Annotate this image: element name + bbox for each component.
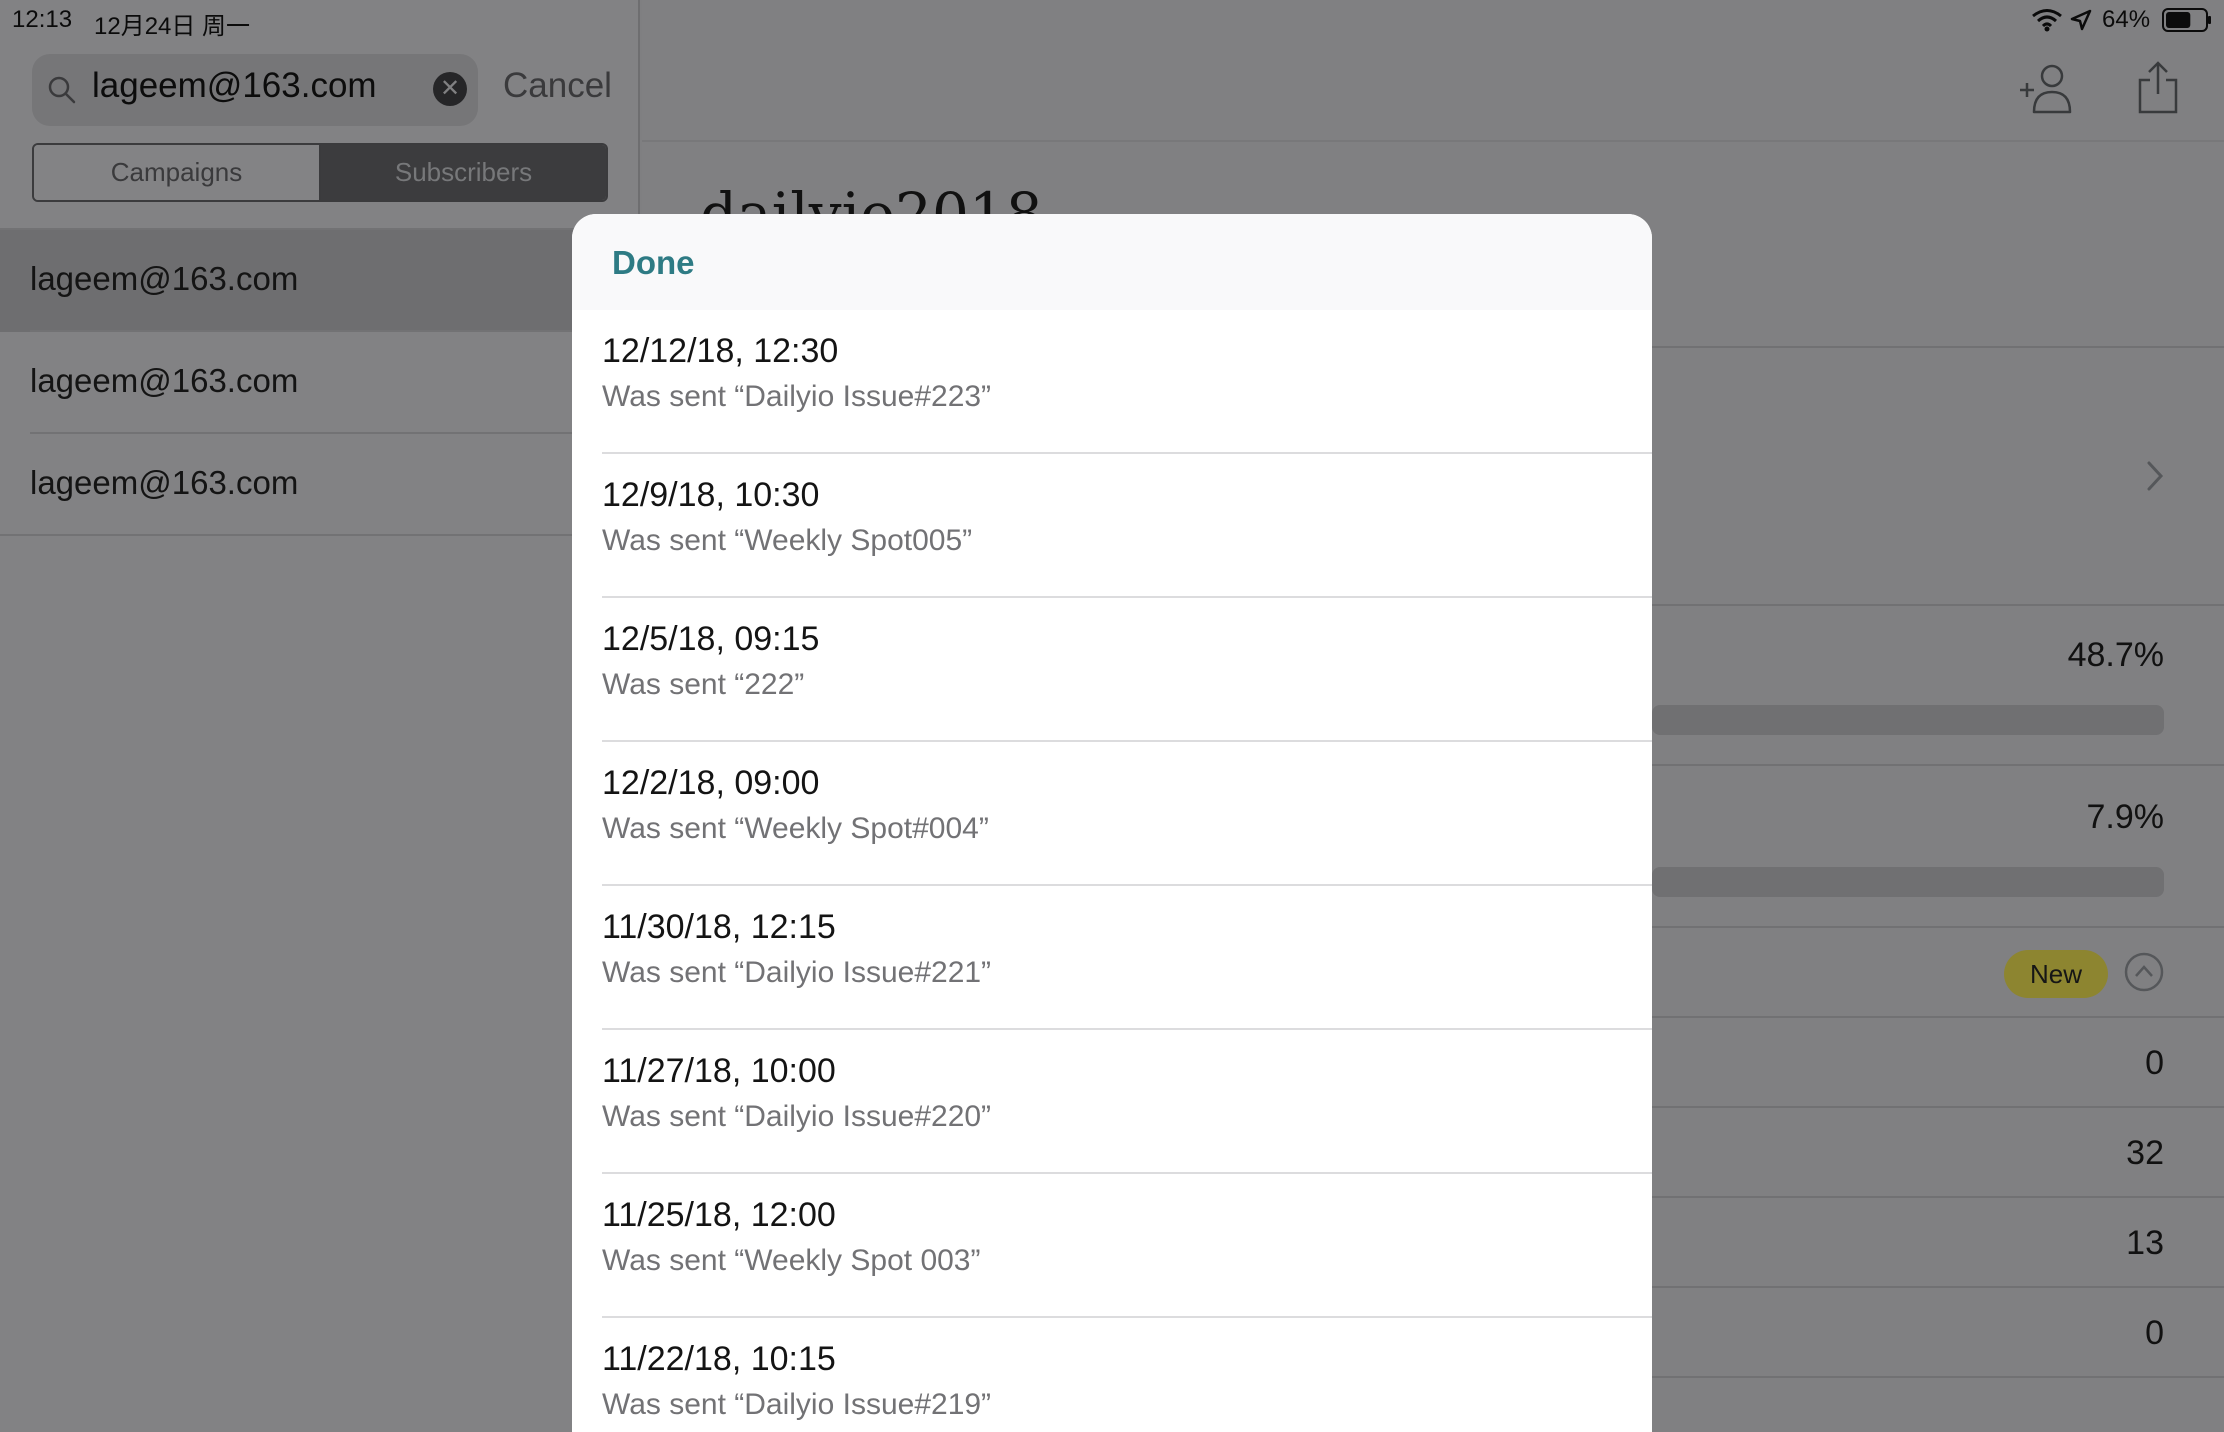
list-item[interactable]: lageem@163.com [0,434,640,536]
divider [1652,1016,2224,1018]
status-time: 12:13 [12,6,73,33]
cancel-button[interactable]: Cancel [503,66,612,106]
message-date: 11/27/18, 10:00 [602,1052,836,1090]
message-subtitle: Was sent “Weekly Spot 003” [602,1244,981,1277]
status-badge: New [2004,950,2108,998]
message-row[interactable]: 12/2/18, 09:00 Was sent “Weekly Spot#004” [572,742,1652,886]
wifi-icon [2032,8,2062,37]
click-rate-value: 7.9% [2086,798,2165,836]
count-value: 0 [2145,1314,2164,1352]
message-date: 11/30/18, 12:15 [602,908,836,946]
list-item-label: lageem@163.com [30,260,299,297]
message-date: 11/22/18, 10:15 [602,1340,836,1378]
count-value: 32 [2126,1134,2164,1172]
location-icon [2070,9,2092,36]
message-subtitle: Was sent “222” [602,668,805,701]
open-rate-value: 48.7% [2067,636,2164,674]
message-row[interactable]: 11/27/18, 10:00 Was sent “Dailyio Issue#2… [572,1030,1652,1174]
list-item-label: lageem@163.com [30,362,299,399]
status-date: 12月24日 周一 [94,13,251,40]
divider [1652,346,2224,348]
scope-segmented-control: Campaigns Subscribers [32,143,608,202]
message-subtitle: Was sent “Dailyio Issue#220” [602,1100,992,1133]
divider [1652,926,2224,928]
search-input[interactable]: lageem@163.com [92,66,377,106]
divider [1652,1106,2224,1108]
message-row[interactable]: 12/9/18, 10:30 Was sent “Weekly Spot005” [572,454,1652,598]
divider [1652,604,2224,606]
message-subtitle: Was sent “Dailyio Issue#219” [602,1388,992,1421]
message-date: 12/2/18, 09:00 [602,764,820,802]
message-row[interactable]: 11/25/18, 12:00 Was sent “Weekly Spot 003… [572,1174,1652,1318]
message-date: 12/5/18, 09:15 [602,620,820,658]
sidebar [0,0,640,1432]
message-subtitle: Was sent “Weekly Spot#004” [602,812,989,845]
message-date: 11/25/18, 12:00 [602,1196,836,1234]
count-value: 13 [2126,1224,2164,1262]
divider [1652,1286,2224,1288]
segment-subscribers[interactable]: Subscribers [321,145,606,200]
message-row[interactable]: 11/22/18, 10:15 Was sent “Dailyio Issue#2… [572,1318,1652,1432]
message-row[interactable]: 11/30/18, 12:15 Was sent “Dailyio Issue#2… [572,886,1652,1030]
collapse-icon[interactable] [2124,952,2164,997]
divider [1652,1376,2224,1378]
battery-icon [2162,8,2212,37]
message-row[interactable]: 12/5/18, 09:15 Was sent “222” [572,598,1652,742]
search-icon [46,74,78,111]
click-rate-bar [1652,867,2164,897]
done-button[interactable]: Done [612,244,695,282]
divider [1652,764,2224,766]
message-row[interactable]: 12/12/18, 12:30 Was sent “Dailyio Issue#2… [572,310,1652,454]
message-history-sheet: Done 12/12/18, 12:30 Was sent “Dailyio Is… [572,214,1652,1432]
count-value: 0 [2145,1044,2164,1082]
message-subtitle: Was sent “Dailyio Issue#223” [602,380,992,413]
share-icon[interactable] [2134,60,2182,119]
message-subtitle: Was sent “Dailyio Issue#221” [602,956,992,989]
divider [0,534,640,536]
list-item[interactable]: lageem@163.com [0,230,640,332]
message-subtitle: Was sent “Weekly Spot005” [602,524,973,557]
list-item[interactable]: lageem@163.com [0,332,640,434]
sheet-nav-bar [572,214,1652,310]
segment-campaigns[interactable]: Campaigns [34,145,321,200]
add-subscriber-icon[interactable] [2018,62,2074,119]
message-date: 12/12/18, 12:30 [602,332,839,370]
divider [1652,1196,2224,1198]
battery-percent: 64% [2102,6,2151,33]
clear-icon[interactable]: ✕ [433,72,467,106]
list-item-label: lageem@163.com [30,464,299,501]
divider [642,140,2224,142]
chevron-right-icon[interactable] [2146,460,2164,497]
open-rate-bar [1652,705,2164,735]
message-date: 12/9/18, 10:30 [602,476,820,514]
